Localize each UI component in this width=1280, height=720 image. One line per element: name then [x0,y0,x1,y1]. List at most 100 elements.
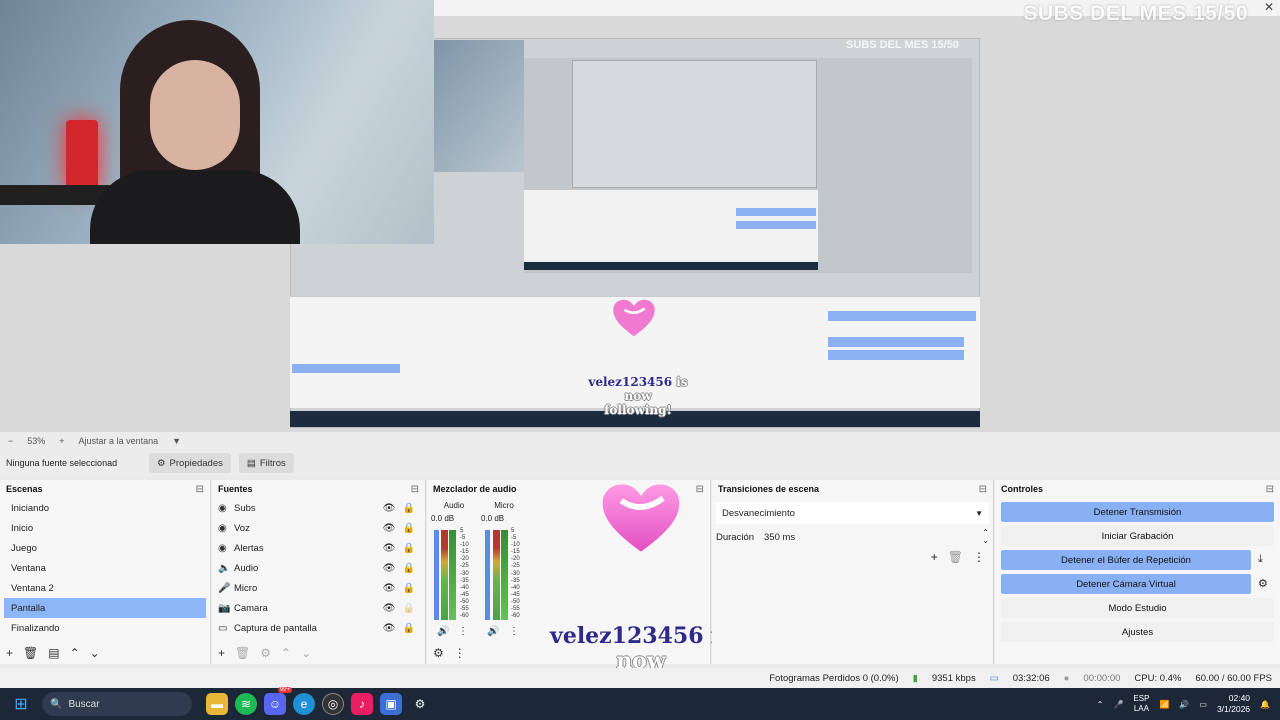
lock-icon[interactable]: 🔒 [399,523,419,534]
notification-icon[interactable]: 🔔 [1260,700,1270,709]
language-indicator[interactable]: ESP LAA [1133,694,1149,714]
trash-icon[interactable]: 🗑 [235,646,250,660]
settings-button[interactable]: Ajustes [1001,622,1274,642]
kebab-menu-icon[interactable]: ⋮ [458,626,468,637]
scene-item[interactable]: Iniciando [4,498,206,518]
tiktok-icon[interactable]: ♪ [351,693,373,715]
micro-meter-right [501,530,508,620]
scene-item[interactable]: Inicio [4,518,206,538]
taskbar-search[interactable]: 🔍 Buscar [42,692,192,716]
nested-subs-title: SUBS DEL MES 15/50 [846,39,959,51]
chevron-up-icon[interactable]: ⌃ [1097,700,1104,709]
up-arrow-icon[interactable]: ⌃ [281,646,291,660]
source-label: Subs [234,502,256,514]
scene-item[interactable]: Ventana 2 [4,578,206,598]
undock-icon[interactable]: ⊟ [979,484,987,495]
add-icon[interactable]: + [218,646,225,660]
kebab-menu-icon[interactable]: ⋮ [454,646,466,660]
eye-icon[interactable]: 👁 [379,503,399,514]
eye-icon[interactable]: 👁 [379,523,399,534]
gear-icon[interactable]: ⚙ [1258,577,1268,590]
person-body [90,170,300,244]
scene-item-selected[interactable]: Pantalla [4,598,206,618]
steam-icon[interactable]: ⚙ [409,693,431,715]
duration-field[interactable]: 350 ms [764,532,982,543]
obs-icon[interactable]: ◎ [322,693,344,715]
lock-icon[interactable]: 🔒 [399,543,419,554]
audio-volume-slider[interactable] [434,530,439,620]
kebab-menu-icon[interactable]: ⋮ [973,550,985,564]
eye-icon[interactable]: 👁 [379,563,399,574]
add-icon[interactable]: + [931,550,938,564]
lock-icon[interactable]: 🔒 [399,623,419,634]
controls-title: Controles [1001,484,1044,494]
undock-icon[interactable]: ⊟ [196,484,204,495]
audio-meter-left [441,530,448,620]
fit-window-label[interactable]: Ajustar a la ventana [79,436,159,446]
chevron-down-icon[interactable]: ▼ [172,436,181,446]
source-type-icon: 🎤 [218,582,231,594]
file-explorer-icon[interactable]: ▬ [206,693,228,715]
zoom-in-button[interactable]: + [59,436,64,446]
trash-icon[interactable]: 🗑 [948,550,963,564]
mixer-settings-icon[interactable]: ⚙ [433,646,444,660]
gear-icon[interactable]: ⚙ [260,646,271,660]
eye-icon[interactable]: 👁 [379,543,399,554]
stop-replay-buffer-button[interactable]: Detener el Búfer de Repetición [1001,550,1251,570]
undock-icon[interactable]: ⊟ [1266,484,1274,495]
stop-virtual-camera-button[interactable]: Detener Cámara Virtual [1001,574,1251,594]
micro-volume-slider[interactable] [485,530,490,620]
transition-select[interactable]: Desvanecimiento ▼ [716,502,989,524]
filters-button[interactable]: ▤ Filtros [238,453,294,473]
eye-icon[interactable]: 👁 [379,623,399,634]
spinner-icon[interactable]: ⌃ ⌄ [982,529,989,545]
search-icon: 🔍 [50,698,63,710]
windows-start-icon[interactable]: ⊞ [10,693,32,715]
source-item[interactable]: ◉ Alertas 👁 🔒 [212,538,425,558]
discord-icon[interactable]: ☺ 99+ [264,687,292,715]
lock-icon[interactable]: 🔒 [399,583,419,594]
scene-item[interactable]: Finalizando [4,618,206,638]
undock-icon[interactable]: ⊟ [411,484,419,495]
lock-icon[interactable]: 🔒 [399,563,419,574]
trash-icon[interactable]: 🗑 [23,646,38,660]
speaker-icon[interactable]: 🔊 [487,626,499,637]
source-item[interactable]: ◉ Voz 👁 🔒 [212,518,425,538]
edge-icon[interactable]: e [293,693,315,715]
source-item[interactable]: 🎤 Micro 👁 🔒 [212,578,425,598]
eye-icon[interactable]: 👁 [379,583,399,594]
unlock-icon[interactable]: 🔒 [399,603,419,614]
streamlabs-icon[interactable]: ▣ [380,693,402,715]
spotify-icon[interactable]: ≋ [235,693,257,715]
eye-icon[interactable]: 👁 [379,603,399,614]
volume-icon[interactable]: 🔊 [1179,700,1189,709]
source-item[interactable]: 📷 Camara 👁 🔒 [212,598,425,618]
kebab-menu-icon[interactable]: ⋮ [509,626,519,637]
add-icon[interactable]: + [6,646,13,660]
source-item[interactable]: 🔈 Audio 👁 🔒 [212,558,425,578]
micro-scale: 5 -5 -10 -15 -20 -25 -30 -35 -40 -45 -50 -55 -60 [511,528,520,620]
speaker-icon[interactable]: 🔊 [437,626,449,637]
source-item[interactable]: ◉ Subs 👁 🔒 [212,498,425,518]
clock[interactable]: 02:40 3/1/2026 [1217,693,1250,715]
lock-icon[interactable]: 🔒 [399,503,419,514]
mic-icon[interactable]: 🎤 [1113,700,1123,709]
down-arrow-icon[interactable]: ⌄ [301,646,311,660]
wifi-icon[interactable]: 📶 [1159,700,1169,709]
scene-item[interactable]: Juego [4,538,206,558]
down-arrow-icon[interactable]: ⌄ [90,646,100,660]
scene-item[interactable]: Ventana [4,558,206,578]
battery-icon[interactable]: ▭ [1199,700,1207,709]
filter-icon[interactable]: ▤ [48,646,59,660]
source-item[interactable]: ▭ Captura de pantalla 👁 🔒 [212,618,425,638]
stop-streaming-button[interactable]: Detener Transmisión [1001,502,1274,522]
download-icon[interactable]: ⤓ [1258,553,1263,566]
up-arrow-icon[interactable]: ⌃ [70,646,80,660]
studio-mode-button[interactable]: Modo Estudio [1001,598,1274,618]
start-recording-button[interactable]: Iniciar Grabación [1001,526,1274,546]
undock-icon[interactable]: ⊟ [696,484,704,495]
close-icon[interactable]: ✕ [1264,0,1274,14]
person-face [150,60,240,170]
properties-button[interactable]: ⚙ Propiedades [149,453,231,473]
zoom-out-button[interactable]: − [8,436,13,446]
